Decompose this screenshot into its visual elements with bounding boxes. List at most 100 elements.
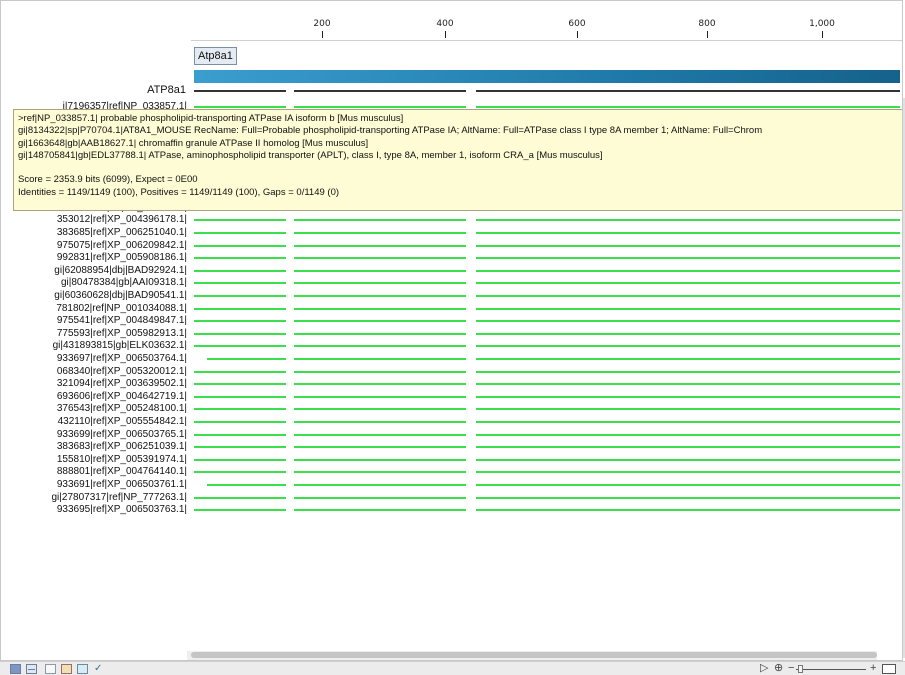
hit-row[interactable]: 933695|ref|XP_006503763.1| bbox=[1, 504, 902, 516]
hit-row[interactable]: 432110|ref|XP_005554842.1| bbox=[1, 416, 902, 428]
hit-alignment-segment[interactable] bbox=[476, 106, 900, 108]
hit-alignment-segment[interactable] bbox=[194, 421, 286, 423]
hit-alignment-segment[interactable] bbox=[476, 295, 900, 297]
hit-alignment-segment[interactable] bbox=[194, 106, 286, 108]
hit-alignment-segment[interactable] bbox=[476, 408, 900, 411]
hit-alignment-segment[interactable] bbox=[476, 421, 900, 423]
hit-alignment-segment[interactable] bbox=[194, 383, 286, 386]
hit-alignment-segment[interactable] bbox=[294, 269, 466, 272]
hit-alignment-segment[interactable] bbox=[207, 358, 286, 360]
hit-alignment-segment[interactable] bbox=[194, 458, 286, 461]
hit-alignment-segment[interactable] bbox=[294, 307, 466, 310]
zoom-tool-icon[interactable]: ⊕ bbox=[774, 662, 783, 675]
hit-alignment-segment[interactable] bbox=[194, 433, 286, 436]
hit-alignment-segment[interactable] bbox=[294, 257, 466, 260]
hit-alignment-segment[interactable] bbox=[294, 471, 466, 474]
query-segment[interactable] bbox=[294, 90, 466, 92]
hit-row[interactable]: gi|80478384|gb|AAI09318.1| bbox=[1, 277, 902, 289]
hit-alignment-segment[interactable] bbox=[476, 244, 900, 247]
query-segment[interactable] bbox=[194, 90, 286, 92]
hit-alignment-segment[interactable] bbox=[476, 219, 900, 222]
hit-alignment-segment[interactable] bbox=[294, 219, 466, 222]
hit-row[interactable]: 068340|ref|XP_005320012.1| bbox=[1, 366, 902, 378]
hit-row[interactable]: 975075|ref|XP_006209842.1| bbox=[1, 240, 902, 252]
hit-alignment-segment[interactable] bbox=[476, 307, 900, 310]
gene-annotation-bar[interactable] bbox=[194, 70, 900, 83]
pointer-tool-icon[interactable]: ▷ bbox=[760, 662, 768, 675]
hit-row[interactable]: 781802|ref|NP_001034088.1| bbox=[1, 303, 902, 315]
hit-alignment-segment[interactable] bbox=[476, 269, 900, 272]
hit-alignment-segment[interactable] bbox=[294, 458, 466, 461]
hit-alignment-segment[interactable] bbox=[476, 395, 900, 398]
zoom-to-fit-icon[interactable] bbox=[882, 664, 896, 674]
hit-alignment-segment[interactable] bbox=[294, 282, 466, 285]
hit-alignment-segment[interactable] bbox=[194, 307, 286, 310]
hit-alignment-segment[interactable] bbox=[194, 496, 286, 499]
gene-annotation-label[interactable]: Atp8a1 bbox=[194, 47, 237, 65]
hit-row[interactable]: 353012|ref|XP_004396178.1| bbox=[1, 214, 902, 226]
hit-alignment-segment[interactable] bbox=[194, 345, 286, 348]
hit-alignment-segment[interactable] bbox=[194, 370, 286, 373]
hit-row[interactable]: 321094|ref|XP_003639502.1| bbox=[1, 378, 902, 390]
hit-alignment-segment[interactable] bbox=[194, 219, 286, 222]
hit-alignment-segment[interactable] bbox=[294, 446, 466, 449]
hit-row[interactable]: gi|27807317|ref|NP_777263.1| bbox=[1, 492, 902, 504]
hit-alignment-segment[interactable] bbox=[194, 282, 286, 285]
zoom-in-button[interactable]: + bbox=[870, 662, 876, 675]
hit-alignment-segment[interactable] bbox=[207, 484, 286, 486]
sequence-view-button[interactable] bbox=[10, 664, 21, 674]
hit-row[interactable]: 975541|ref|XP_004849847.1| bbox=[1, 315, 902, 327]
hit-alignment-segment[interactable] bbox=[476, 282, 900, 285]
query-segment[interactable] bbox=[476, 90, 900, 92]
hit-alignment-segment[interactable] bbox=[294, 421, 466, 423]
hit-alignment-segment[interactable] bbox=[294, 395, 466, 398]
table-view-button[interactable] bbox=[26, 664, 37, 674]
hit-alignment-segment[interactable] bbox=[476, 433, 900, 436]
hit-alignment-segment[interactable] bbox=[294, 295, 466, 297]
hit-alignment-segment[interactable] bbox=[294, 484, 466, 486]
hit-alignment-segment[interactable] bbox=[194, 244, 286, 247]
hit-alignment-segment[interactable] bbox=[294, 509, 466, 512]
hit-alignment-segment[interactable] bbox=[194, 332, 286, 335]
hit-row[interactable]: 888801|ref|XP_004764140.1| bbox=[1, 466, 902, 478]
hit-alignment-segment[interactable] bbox=[294, 332, 466, 335]
hit-alignment-segment[interactable] bbox=[194, 446, 286, 449]
hit-alignment-segment[interactable] bbox=[194, 232, 286, 234]
hit-alignment-segment[interactable] bbox=[294, 433, 466, 436]
hit-row[interactable]: 933691|ref|XP_006503761.1| bbox=[1, 479, 902, 491]
hit-alignment-segment[interactable] bbox=[194, 257, 286, 260]
hit-row[interactable]: 376543|ref|XP_005248100.1| bbox=[1, 403, 902, 415]
hit-alignment-segment[interactable] bbox=[476, 446, 900, 449]
hit-row[interactable]: 693606|ref|XP_004642719.1| bbox=[1, 391, 902, 403]
hit-alignment-segment[interactable] bbox=[476, 320, 900, 323]
hit-alignment-segment[interactable] bbox=[476, 484, 900, 486]
map-view-button[interactable] bbox=[61, 664, 72, 674]
horizontal-scrollbar-thumb[interactable] bbox=[191, 652, 877, 658]
hit-alignment-segment[interactable] bbox=[294, 408, 466, 411]
hit-alignment-segment[interactable] bbox=[476, 458, 900, 461]
hit-row[interactable]: gi|62088954|dbj|BAD92924.1| bbox=[1, 265, 902, 277]
hit-alignment-segment[interactable] bbox=[194, 269, 286, 272]
hit-alignment-segment[interactable] bbox=[476, 257, 900, 260]
hit-alignment-segment[interactable] bbox=[294, 496, 466, 499]
hit-row[interactable]: 775593|ref|XP_005982913.1| bbox=[1, 328, 902, 340]
hit-row[interactable]: gi|60360628|dbj|BAD90541.1| bbox=[1, 290, 902, 302]
hit-alignment-segment[interactable] bbox=[194, 408, 286, 411]
hit-row[interactable]: 933699|ref|XP_006503765.1| bbox=[1, 429, 902, 441]
hit-alignment-segment[interactable] bbox=[294, 370, 466, 373]
hit-alignment-segment[interactable] bbox=[294, 358, 466, 360]
hit-alignment-segment[interactable] bbox=[294, 244, 466, 247]
hit-row[interactable]: gi|431893815|gb|ELK03632.1| bbox=[1, 340, 902, 352]
hit-alignment-segment[interactable] bbox=[294, 320, 466, 323]
hit-alignment-segment[interactable] bbox=[294, 232, 466, 234]
hit-alignment-segment[interactable] bbox=[476, 370, 900, 373]
plot-view-button[interactable]: ✓ bbox=[94, 664, 105, 674]
hit-alignment-segment[interactable] bbox=[194, 471, 286, 474]
hit-alignment-segment[interactable] bbox=[194, 320, 286, 323]
hit-alignment-segment[interactable] bbox=[476, 509, 900, 512]
hit-row[interactable]: 155810|ref|XP_005391974.1| bbox=[1, 454, 902, 466]
hit-row[interactable]: 933697|ref|XP_006503764.1| bbox=[1, 353, 902, 365]
hit-row[interactable]: 383685|ref|XP_006251040.1| bbox=[1, 227, 902, 239]
hit-alignment-segment[interactable] bbox=[476, 383, 900, 386]
hit-row[interactable]: 992831|ref|XP_005908186.1| bbox=[1, 252, 902, 264]
